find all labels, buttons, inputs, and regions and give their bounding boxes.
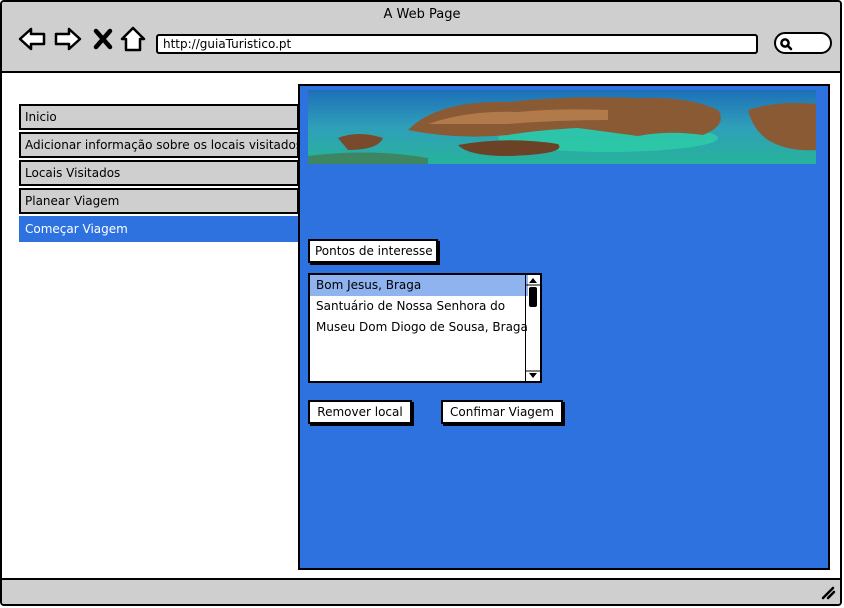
- forward-arrow-icon[interactable]: [54, 26, 82, 52]
- main-panel: Pontos de interesse Bom Jesus, Braga San…: [298, 84, 830, 570]
- browser-window: A Web Page http://guiaTuristico.pt Inici…: [0, 0, 842, 606]
- menu-item-comecar-viagem[interactable]: Começar Viagem: [19, 216, 299, 242]
- points-of-interest-label: Pontos de interesse: [308, 239, 438, 263]
- menu-item-planear-viagem[interactable]: Planear Viagem: [19, 188, 299, 214]
- back-arrow-icon[interactable]: [18, 26, 46, 52]
- close-icon[interactable]: [92, 26, 114, 52]
- address-bar[interactable]: http://guiaTuristico.pt: [156, 34, 758, 54]
- list-item[interactable]: Santuário de Nossa Senhora do: [310, 296, 528, 317]
- list-item[interactable]: Bom Jesus, Braga: [310, 275, 528, 296]
- status-bar: [2, 578, 840, 604]
- menu-item-adicionar-informacao[interactable]: Adicionar informação sobre os locais vis…: [19, 132, 299, 158]
- confirm-trip-button[interactable]: Confimar Viagem: [441, 400, 563, 424]
- home-icon[interactable]: [119, 26, 147, 52]
- points-of-interest-list[interactable]: Bom Jesus, Braga Santuário de Nossa Senh…: [308, 273, 542, 383]
- search-icon: [780, 38, 793, 51]
- menu-item-inicio[interactable]: Inicio: [19, 104, 299, 130]
- coastline-banner-image: [308, 90, 816, 164]
- list-item[interactable]: Museu Dom Diogo de Sousa, Braga: [310, 317, 528, 338]
- remove-location-button[interactable]: Remover local: [308, 400, 412, 424]
- scroll-thumb: [529, 287, 537, 307]
- search-field[interactable]: [774, 32, 832, 54]
- window-title: A Web Page: [383, 7, 461, 22]
- scrollbar-graphic: [526, 278, 540, 378]
- resize-grip-icon[interactable]: [820, 584, 836, 600]
- scroll-down-arrow-icon: [529, 373, 537, 378]
- scroll-up-arrow-icon: [529, 278, 537, 283]
- menu-item-locais-visitados[interactable]: Locais Visitados: [19, 160, 299, 186]
- list-scrollbar[interactable]: [525, 275, 540, 381]
- browser-toolbar: A Web Page http://guiaTuristico.pt: [2, 2, 840, 73]
